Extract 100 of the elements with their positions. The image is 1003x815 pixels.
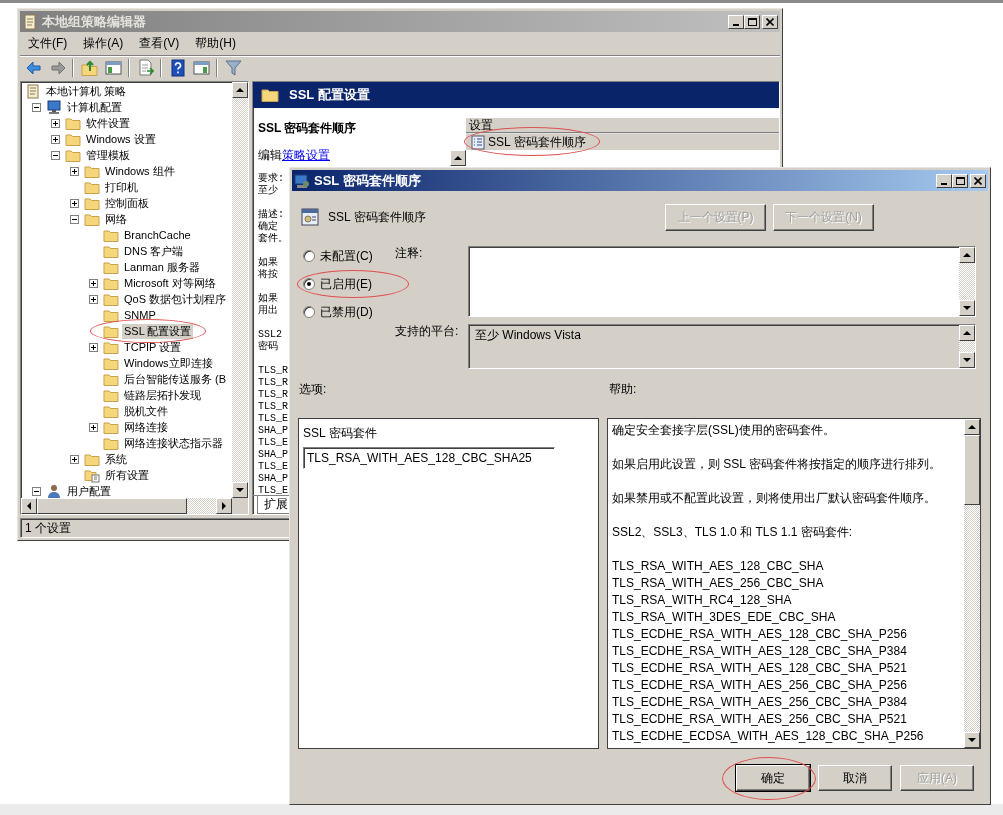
tree-item[interactable]: 软件设置	[84, 115, 132, 131]
dialog-button[interactable]: 取消	[818, 765, 892, 791]
expand-toggle[interactable]	[70, 166, 79, 176]
tree-item[interactable]: Windows 设置	[84, 131, 158, 147]
description-text: TLS_R	[258, 388, 288, 401]
tree-item[interactable]: 系统	[103, 451, 129, 467]
scroll-right-button[interactable]	[216, 498, 232, 514]
collapse-toggle[interactable]	[32, 102, 41, 112]
scroll-down-button[interactable]	[959, 352, 975, 368]
tree-item[interactable]: 打印机	[103, 179, 140, 195]
folder-icon	[103, 291, 119, 307]
tree-item[interactable]: SSL 配置设置	[122, 323, 194, 339]
scrollbar-corner	[232, 498, 248, 514]
input-field[interactable]: TLS_RSA_WITH_AES_128_CBC_SHA25	[303, 447, 555, 470]
scroll-up-button[interactable]	[964, 419, 980, 435]
description-text: 描述:	[258, 208, 284, 220]
radio-button[interactable]	[303, 306, 315, 318]
tree-item[interactable]: 链路层拓扑发现	[122, 387, 203, 403]
tree-item[interactable]: QoS 数据包计划程序	[122, 291, 229, 307]
settings-folder-icon	[84, 467, 100, 483]
column-header[interactable]: 设置	[466, 118, 779, 133]
tree-item[interactable]: 控制面板	[103, 195, 151, 211]
expand-toggle[interactable]	[89, 294, 98, 304]
folder-up-icon[interactable]	[80, 59, 98, 77]
vertical-scrollbar[interactable]	[964, 419, 980, 748]
menu-item[interactable]: 文件(F)	[20, 36, 76, 51]
menu-item[interactable]: 查看(V)	[131, 36, 188, 51]
tree-item[interactable]: 网络连接	[122, 419, 170, 435]
tree-item[interactable]: SNMP	[122, 307, 158, 323]
expand-toggle[interactable]	[89, 278, 98, 288]
expand-toggle[interactable]	[70, 454, 79, 464]
menu-item[interactable]: 帮助(H)	[187, 36, 244, 51]
dialog-title: SSL 密码套件顺序	[314, 172, 421, 189]
collapse-toggle[interactable]	[51, 150, 60, 160]
tree-item[interactable]: DNS 客户端	[122, 243, 186, 259]
scrollbar-thumb[interactable]	[37, 498, 187, 514]
vertical-scrollbar[interactable]	[959, 325, 975, 368]
tree-item[interactable]: Windows立即连接	[122, 355, 215, 371]
expand-toggle[interactable]	[51, 134, 60, 144]
tree-item[interactable]: Windows 组件	[103, 163, 177, 179]
scroll-up-button[interactable]	[959, 247, 975, 263]
properties-pane-icon[interactable]	[192, 59, 210, 77]
folder-icon	[84, 179, 100, 195]
platform-text: 至少 Windows Vista	[474, 327, 582, 344]
maximize-button[interactable]	[952, 173, 968, 188]
radio-button[interactable]	[303, 278, 315, 290]
tree-item[interactable]: BranchCache	[122, 227, 193, 243]
vertical-scrollbar[interactable]	[232, 82, 248, 498]
horizontal-scrollbar[interactable]	[21, 498, 248, 514]
scroll-down-button[interactable]	[959, 300, 975, 316]
tree-item[interactable]: 本地计算机 策略	[44, 83, 129, 99]
scroll-down-button[interactable]	[964, 732, 980, 748]
tree-item[interactable]: 计算机配置	[65, 99, 124, 115]
scroll-left-button[interactable]	[21, 498, 37, 514]
scrollbar-thumb[interactable]	[964, 435, 980, 505]
export-list-icon[interactable]	[136, 59, 154, 77]
folder-icon	[65, 115, 81, 131]
vertical-scrollbar[interactable]	[959, 247, 975, 316]
scroll-up-button[interactable]	[959, 325, 975, 341]
filter-icon[interactable]	[224, 59, 242, 77]
tree-item[interactable]: 脱机文件	[122, 403, 170, 419]
list-row[interactable]: SSL 密码套件顺序	[466, 133, 779, 150]
radio-label[interactable]: 未配置(C)	[320, 248, 373, 264]
radio-button[interactable]	[303, 250, 315, 262]
forward-arrow-icon[interactable]	[48, 59, 66, 77]
comment-field[interactable]	[468, 246, 976, 317]
expand-toggle[interactable]	[89, 342, 98, 352]
console-tree-icon[interactable]	[104, 59, 122, 77]
help-icon[interactable]	[168, 59, 186, 77]
help-text: TLS_RSA_WITH_AES_128_CBC_SHA	[612, 558, 825, 575]
policy-settings-link[interactable]: 策略设置	[282, 148, 330, 163]
scroll-up-button[interactable]	[450, 150, 466, 166]
tree-item[interactable]: 所有设置	[103, 467, 151, 483]
description-text: 如果	[258, 256, 278, 269]
menu-item[interactable]: 操作(A)	[75, 36, 132, 51]
field-label: SSL 密码套件	[303, 426, 378, 441]
tree-item[interactable]: 网络连接状态指示器	[122, 435, 225, 451]
folder-icon	[84, 195, 100, 211]
scroll-down-button[interactable]	[232, 482, 248, 498]
folder-icon	[103, 323, 119, 339]
scroll-up-button[interactable]	[232, 82, 248, 98]
close-button[interactable]	[970, 173, 986, 188]
tree-item[interactable]: Microsoft 对等网络	[122, 275, 218, 291]
tree-item[interactable]: 网络	[103, 211, 129, 227]
radio-label[interactable]: 已启用(E)	[320, 276, 372, 292]
expand-toggle[interactable]	[89, 422, 98, 432]
tree-item[interactable]: Lanman 服务器	[122, 259, 202, 275]
minimize-button[interactable]	[936, 173, 952, 188]
radio-label[interactable]: 已禁用(D)	[320, 304, 373, 320]
description-text: TLS_E	[258, 436, 288, 449]
collapse-toggle[interactable]	[70, 214, 79, 224]
collapse-toggle[interactable]	[32, 486, 41, 496]
tree-item[interactable]: 后台智能传送服务 (B	[122, 371, 229, 387]
tree-item[interactable]: TCPIP 设置	[122, 339, 184, 355]
dialog-button[interactable]: 确定	[736, 765, 810, 791]
tree-item[interactable]: 用户配置	[65, 483, 113, 498]
tree-item[interactable]: 管理模板	[84, 147, 132, 163]
expand-toggle[interactable]	[70, 198, 79, 208]
back-arrow-icon[interactable]	[24, 59, 42, 77]
expand-toggle[interactable]	[51, 118, 60, 128]
